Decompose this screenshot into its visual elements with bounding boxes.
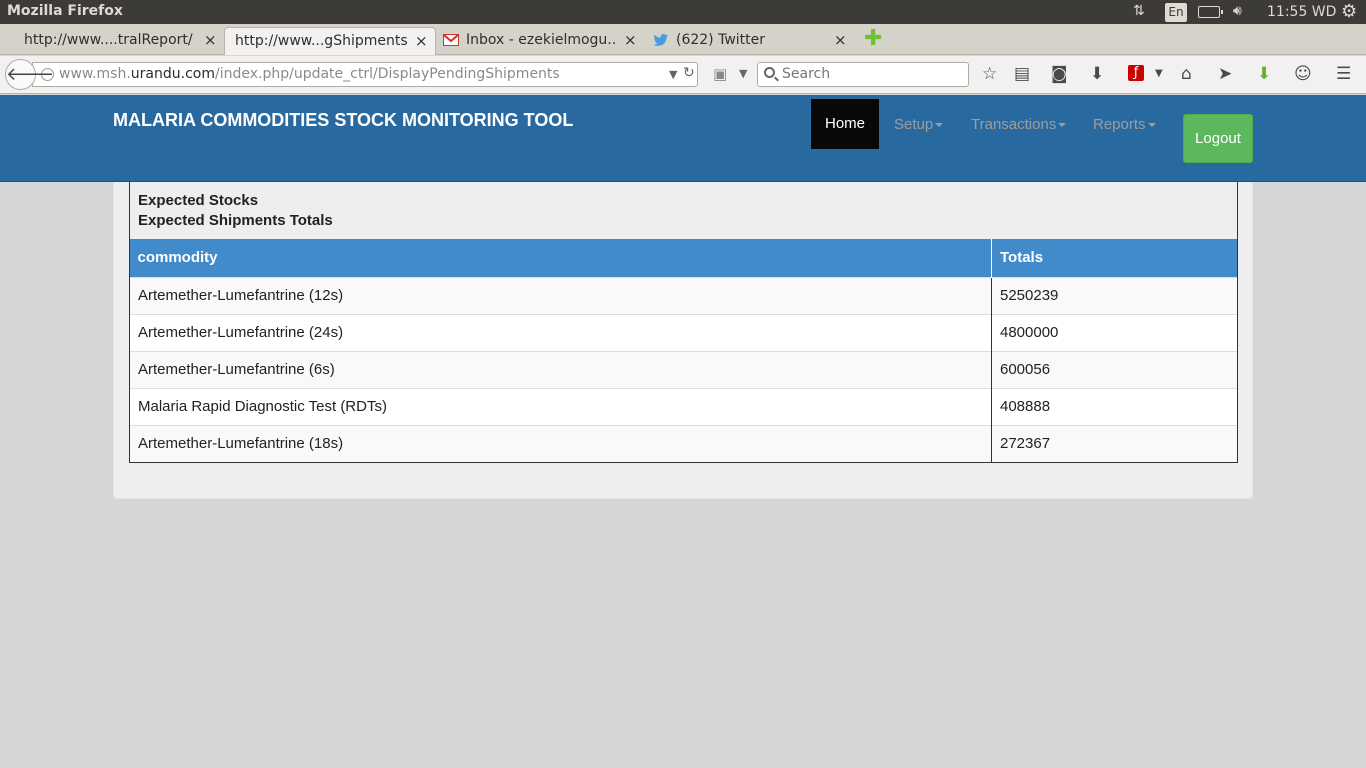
- nav-reports[interactable]: Reports: [1093, 116, 1156, 133]
- total-cell: 408888: [991, 387, 1238, 425]
- table-row: Malaria Rapid Diagnostic Test (RDTs) 408…: [129, 387, 1238, 425]
- os-top-panel: Mozilla Firefox ⇅ En 🔊︎ 11:55 WD ⚙: [0, 0, 1366, 24]
- addon-dropdown-icon[interactable]: ▼: [739, 67, 747, 80]
- reading-list-icon[interactable]: ▤: [1014, 63, 1030, 85]
- send-icon[interactable]: ➤: [1218, 63, 1232, 85]
- url-history-dropdown-icon[interactable]: ▼: [669, 63, 677, 86]
- table-row: Artemether-Lumefantrine (18s) 272367: [129, 424, 1238, 463]
- nav-reports-label: Reports: [1093, 116, 1146, 133]
- column-header-totals[interactable]: Totals: [991, 239, 1238, 277]
- gmail-icon: [443, 34, 459, 46]
- keyboard-layout-indicator[interactable]: En: [1165, 3, 1187, 22]
- flash-dropdown-icon[interactable]: ▼: [1155, 63, 1163, 85]
- nav-home[interactable]: Home: [811, 99, 879, 149]
- search-icon: [764, 67, 775, 78]
- addon-blocked-icon[interactable]: ▣: [713, 65, 727, 83]
- tab-label: http://www...gShipments: [235, 33, 408, 49]
- chat-icon[interactable]: ☺: [1294, 63, 1312, 85]
- panel-heading: Expected Stocks Expected Shipments Total…: [138, 191, 333, 231]
- site-header: MALARIA COMMODITIES STOCK MONITORING TOO…: [0, 95, 1366, 182]
- tab-label: (622) Twitter: [676, 32, 766, 48]
- tab-pending-shipments[interactable]: http://www...gShipments ×: [224, 27, 436, 55]
- back-button[interactable]: 🡐: [5, 59, 54, 90]
- browser-navbar: www.msh.urandu.com/index.php/update_ctrl…: [0, 56, 1366, 94]
- nav-transactions[interactable]: Transactions: [971, 116, 1067, 133]
- search-input[interactable]: Search: [757, 62, 969, 87]
- expected-stocks-panel: Expected Stocks Expected Shipments Total…: [129, 182, 1238, 463]
- home-icon[interactable]: ⌂: [1181, 63, 1192, 85]
- total-cell: 600056: [991, 350, 1238, 388]
- panel-title: Expected Stocks: [138, 192, 259, 209]
- table-row: Artemether-Lumefantrine (24s) 4800000: [129, 313, 1238, 351]
- battery-icon[interactable]: [1198, 6, 1223, 18]
- total-cell: 272367: [991, 424, 1238, 463]
- flash-icon[interactable]: ƒ: [1128, 65, 1144, 81]
- url-prefix: www.msh.: [59, 66, 131, 82]
- tab-twitter[interactable]: (622) Twitter ×: [647, 27, 857, 55]
- tab-close-icon[interactable]: ×: [624, 27, 637, 53]
- tab-close-icon[interactable]: ×: [834, 27, 847, 53]
- total-cell: 4800000: [991, 313, 1238, 351]
- tab-central-report[interactable]: http://www....tralReport/ ×: [0, 27, 224, 55]
- total-cell: 5250239: [991, 276, 1238, 314]
- url-domain: urandu.com: [130, 66, 215, 82]
- reload-icon[interactable]: ↻: [683, 62, 695, 85]
- download-icon[interactable]: ⬇: [1090, 63, 1104, 85]
- bookmark-star-icon[interactable]: ☆: [982, 63, 997, 85]
- tab-strip: http://www....tralReport/ × http://www..…: [0, 24, 1366, 55]
- tab-label: http://www....tralReport/: [24, 32, 193, 48]
- volume-icon[interactable]: 🔊︎: [1233, 3, 1242, 21]
- panel-subtitle: Expected Shipments Totals: [138, 212, 333, 229]
- url-path: /index.php/update_ctrl/DisplayPendingShi…: [214, 66, 560, 82]
- table-row: Artemether-Lumefantrine (6s) 600056: [129, 350, 1238, 388]
- arrow-left-icon: 🡐: [6, 64, 55, 85]
- shipments-table: commodity Totals Artemether-Lumefantrine…: [129, 239, 1238, 463]
- caret-down-icon: [1147, 123, 1156, 128]
- tab-close-icon[interactable]: ×: [204, 27, 217, 53]
- nav-setup-label: Setup: [894, 116, 934, 133]
- network-updown-icon[interactable]: ⇅: [1133, 3, 1145, 21]
- gear-icon[interactable]: ⚙: [1341, 1, 1357, 22]
- nav-transactions-label: Transactions: [971, 116, 1057, 133]
- window-title: Mozilla Firefox: [7, 3, 123, 19]
- commodity-cell: Artemether-Lumefantrine (6s): [129, 350, 992, 388]
- commodity-cell: Artemether-Lumefantrine (24s): [129, 313, 992, 351]
- tab-gmail-inbox[interactable]: Inbox - ezekielmogu... ×: [437, 27, 647, 55]
- logout-button[interactable]: Logout: [1183, 114, 1253, 163]
- nav-setup[interactable]: Setup: [894, 116, 944, 133]
- table-row: Artemether-Lumefantrine (12s) 5250239: [129, 276, 1238, 314]
- new-tab-button[interactable]: ✚: [864, 28, 882, 50]
- tab-close-icon[interactable]: ×: [415, 28, 428, 54]
- download-manager-icon[interactable]: ⬇: [1257, 63, 1271, 85]
- url-bar[interactable]: www.msh.urandu.com/index.php/update_ctrl…: [32, 62, 698, 87]
- column-header-commodity[interactable]: commodity: [129, 239, 992, 277]
- caret-down-icon: [935, 123, 944, 128]
- table-header-row: commodity Totals: [129, 239, 1238, 277]
- site-title[interactable]: MALARIA COMMODITIES STOCK MONITORING TOO…: [113, 110, 573, 131]
- tab-label: Inbox - ezekielmogu...: [466, 32, 616, 48]
- commodity-cell: Malaria Rapid Diagnostic Test (RDTs): [129, 387, 992, 425]
- twitter-icon: [653, 34, 668, 46]
- search-placeholder: Search: [782, 66, 831, 82]
- commodity-cell: Artemether-Lumefantrine (12s): [129, 276, 992, 314]
- pocket-icon[interactable]: ◙: [1051, 63, 1068, 85]
- clock[interactable]: 11:55 WD: [1267, 4, 1336, 22]
- caret-down-icon: [1058, 123, 1067, 128]
- commodity-cell: Artemether-Lumefantrine (18s): [129, 424, 992, 463]
- menu-icon[interactable]: ☰: [1336, 63, 1351, 85]
